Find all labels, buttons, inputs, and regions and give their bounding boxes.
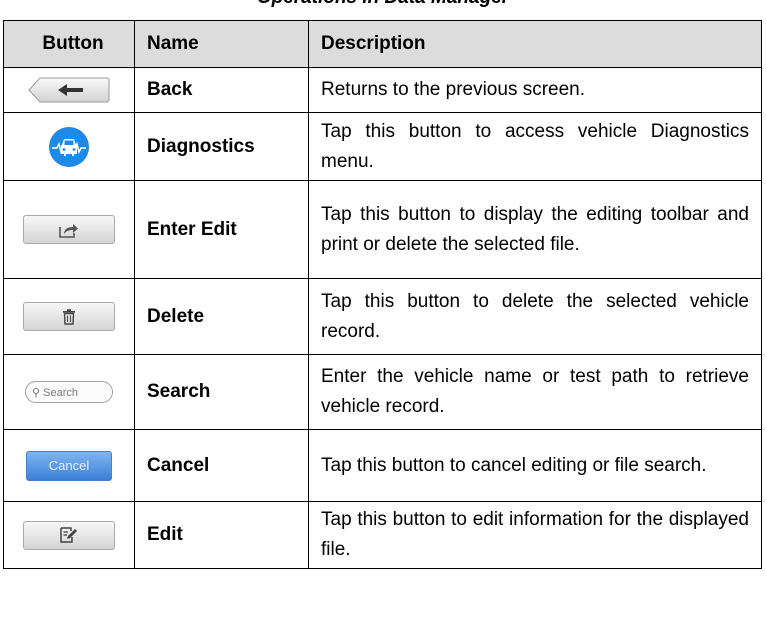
row-description: Tap this button to delete the selected v…	[308, 278, 762, 355]
car-diagnostics-icon	[52, 138, 86, 156]
row-description: Enter the vehicle name or test path to r…	[308, 354, 762, 430]
column-header-description: Description	[308, 20, 762, 68]
back-arrow-icon	[28, 77, 110, 103]
button-reference-table: Button Name Description Back Returns to …	[3, 20, 762, 569]
table-row: Edit Tap this button to edit information…	[3, 501, 762, 569]
row-description: Returns to the previous screen.	[308, 67, 762, 113]
back-button[interactable]	[28, 77, 110, 103]
search-field[interactable]: ⚲ Search	[25, 381, 113, 403]
share-arrow-icon	[59, 223, 78, 238]
delete-button[interactable]	[23, 302, 115, 331]
table-row: Cancel Cancel Tap this button to cancel …	[3, 429, 762, 502]
row-description: Tap this button to cancel editing or fil…	[308, 429, 762, 502]
row-description: Tap this button to edit information for …	[308, 501, 762, 569]
row-name: Back	[134, 67, 309, 113]
cancel-button[interactable]: Cancel	[26, 450, 112, 481]
row-name: Search	[134, 354, 309, 430]
clipped-table-caption: Operations in Data Manager	[0, 0, 766, 8]
column-header-button: Button	[3, 20, 135, 68]
trash-icon	[63, 308, 75, 325]
search-placeholder: Search	[43, 387, 78, 399]
table-row: Back Returns to the previous screen.	[3, 67, 762, 113]
column-header-name: Name	[134, 20, 309, 68]
edit-note-icon	[60, 527, 77, 543]
table-header-row: Button Name Description	[3, 20, 762, 68]
table-row: Enter Edit Tap this button to display th…	[3, 180, 762, 279]
row-name: Cancel	[134, 429, 309, 502]
table-row: ⚲ Search Search Enter the vehicle name o…	[3, 354, 762, 430]
row-name: Diagnostics	[134, 112, 309, 181]
enter-edit-button[interactable]	[23, 215, 115, 244]
row-description: Tap this button to display the editing t…	[308, 180, 762, 279]
row-name: Enter Edit	[134, 180, 309, 279]
row-name: Edit	[134, 501, 309, 569]
search-icon: ⚲	[32, 387, 41, 399]
row-description: Tap this button to access vehicle Diagno…	[308, 112, 762, 181]
edit-button[interactable]	[23, 520, 115, 550]
diagnostics-button[interactable]	[49, 126, 89, 167]
table-row: Delete Tap this button to delete the sel…	[3, 278, 762, 355]
row-name: Delete	[134, 278, 309, 355]
table-row: Diagnostics Tap this button to access ve…	[3, 112, 762, 181]
